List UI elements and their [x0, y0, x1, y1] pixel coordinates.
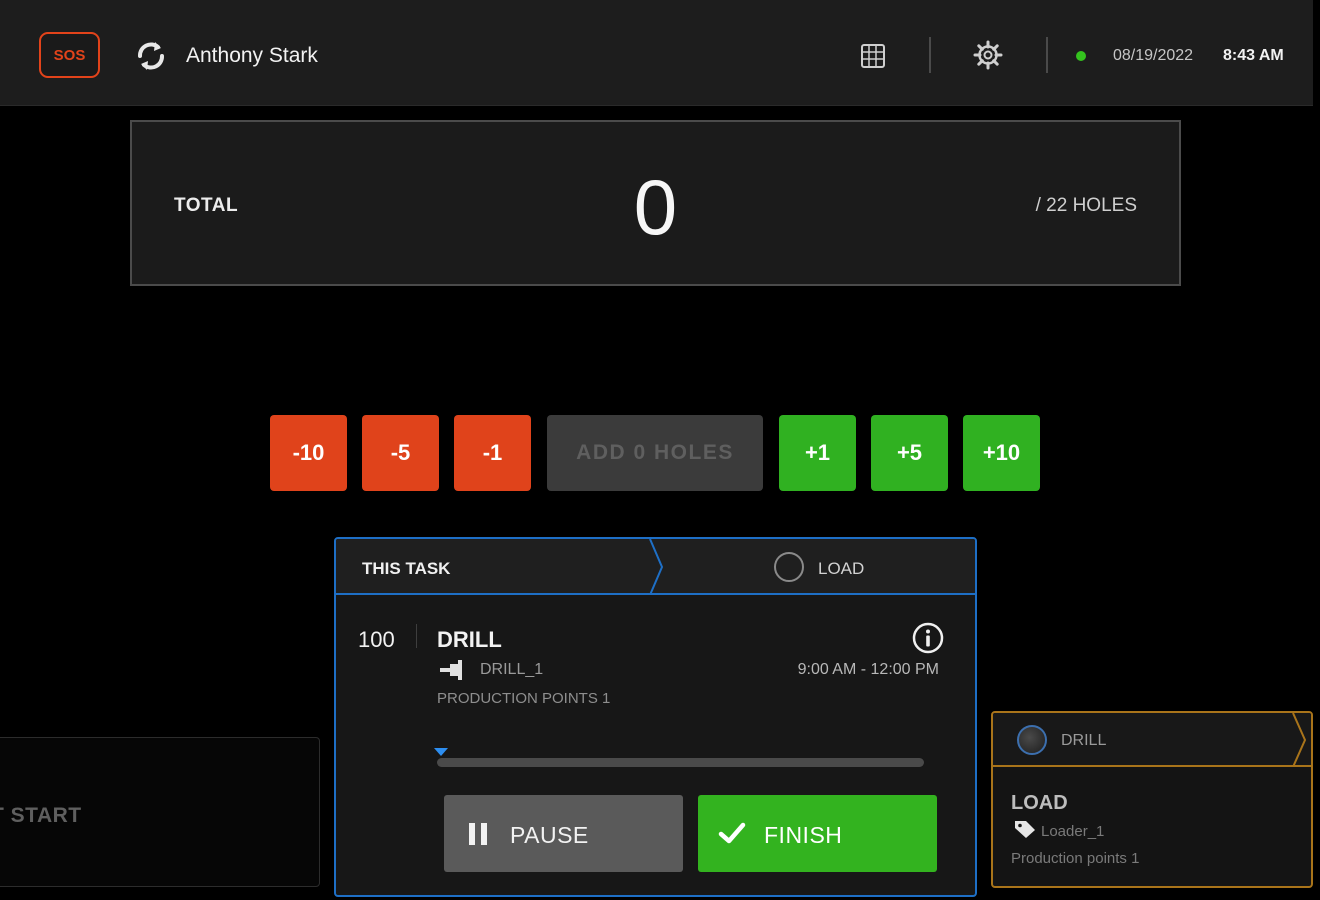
finish-label: FINISH — [764, 822, 843, 848]
next-task-header: DRILL — [993, 713, 1311, 767]
current-task-card: THIS TASK LOAD 100 DRILL DRILL_1 9:00 AM… — [334, 537, 977, 897]
tag-icon — [1015, 821, 1035, 838]
plus-5-button[interactable]: +5 — [871, 415, 948, 491]
top-bar: SOS Anthony Stark 08/19/2022 8:43 AM — [0, 0, 1313, 106]
sos-button[interactable]: SOS — [39, 32, 100, 78]
plus-10-button[interactable]: +10 — [963, 415, 1040, 491]
minus-10-button[interactable]: -10 — [270, 415, 347, 491]
pause-label: PAUSE — [510, 822, 589, 848]
add-holes-button[interactable]: ADD 0 HOLES — [547, 415, 763, 491]
minus-1-button[interactable]: -1 — [454, 415, 531, 491]
total-panel: TOTAL 0 / 22 HOLES — [130, 120, 1181, 286]
finish-button[interactable]: FINISH — [698, 795, 937, 872]
connection-status-dot — [1076, 51, 1086, 61]
next-task-card[interactable]: DRILL LOAD Loader_1 Production points 1 — [991, 711, 1313, 888]
header-divider — [1046, 37, 1048, 73]
plus-1-button[interactable]: +1 — [779, 415, 856, 491]
next-task-header-label: DRILL — [1061, 732, 1107, 749]
total-count: 0 — [633, 163, 678, 251]
this-task-label: THIS TASK — [362, 559, 451, 578]
task-title: DRILL — [437, 627, 502, 652]
step-status-circle-icon — [1017, 725, 1047, 755]
step-status-circle-icon — [774, 552, 804, 582]
next-task-production-points: Production points 1 — [1011, 850, 1140, 867]
chevron-right-icon — [649, 539, 664, 595]
task-number-divider — [416, 624, 417, 648]
task-machine: DRILL_1 — [480, 661, 544, 678]
task-progress-bar — [437, 758, 924, 767]
minus-5-button[interactable]: -5 — [362, 415, 439, 491]
task-production-points: PRODUCTION POINTS 1 — [437, 690, 611, 707]
task-number: 100 — [358, 627, 395, 652]
drill-icon — [440, 660, 462, 680]
task-timespan: 9:00 AM - 12:00 PM — [797, 661, 939, 678]
progress-marker — [434, 748, 448, 756]
total-target: / 22 HOLES — [1035, 195, 1137, 216]
header-divider — [929, 37, 931, 73]
app-root: SOS Anthony Stark 08/19/2022 8:43 AM TOT… — [0, 0, 1320, 900]
task-card-header: THIS TASK LOAD — [336, 539, 975, 595]
previous-task-card[interactable]: T START — [0, 737, 320, 887]
info-icon[interactable] — [911, 621, 945, 655]
current-date: 08/19/2022 — [1113, 47, 1194, 64]
current-time: 8:43 AM — [1223, 47, 1284, 64]
next-step-label[interactable]: LOAD — [818, 559, 864, 579]
user-name: Anthony Stark — [186, 44, 318, 67]
next-task-machine: Loader_1 — [1041, 823, 1105, 840]
check-icon — [718, 822, 746, 844]
pause-icon — [469, 823, 487, 845]
grid-icon[interactable] — [858, 41, 888, 71]
sync-icon[interactable] — [131, 36, 171, 76]
pause-button[interactable]: PAUSE — [444, 795, 683, 872]
gear-icon[interactable] — [972, 39, 1004, 71]
next-task-title: LOAD — [1011, 792, 1068, 814]
previous-task-label: T START — [0, 804, 82, 827]
chevron-right-icon — [1292, 713, 1307, 767]
